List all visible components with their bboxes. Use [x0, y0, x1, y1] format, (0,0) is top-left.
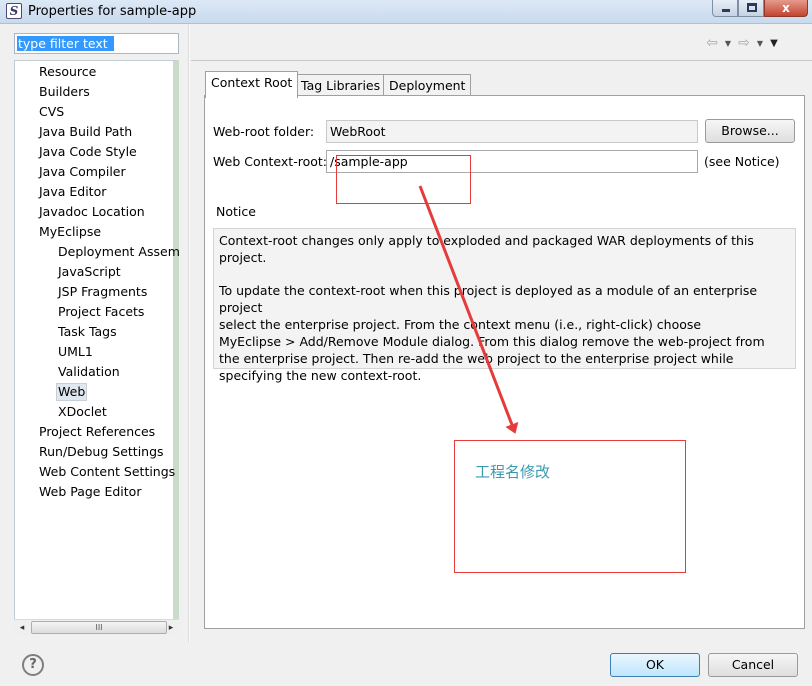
tree-item[interactable]: XDoclet [56, 403, 109, 421]
minimize-icon [722, 9, 730, 12]
tree-item[interactable]: Resource [37, 63, 98, 81]
property-page-tree: Resource Builders CVS Java Build Path Java C… [14, 60, 180, 635]
tree-item[interactable]: JSP Fragments [56, 283, 149, 301]
caption-buttons: x [712, 0, 808, 18]
header-separator [191, 60, 812, 61]
tree-item[interactable]: Javadoc Location [37, 203, 147, 221]
maximize-button[interactable] [738, 0, 764, 17]
tree-item[interactable]: Project References [37, 423, 157, 441]
forward-arrow-icon[interactable]: ⇨ [736, 36, 752, 52]
tab-tag-libraries[interactable]: Tag Libraries [295, 74, 387, 97]
notice-paragraph-1: Context-root changes only apply to explo… [219, 233, 754, 265]
history-navigation: ⇦ ▼ ⇨ ▼ ▼ [704, 36, 780, 52]
tree-item[interactable]: Web [56, 383, 88, 401]
tree-item[interactable]: Web Content Settings [37, 463, 177, 481]
tree-item[interactable]: Run/Debug Settings [37, 443, 166, 461]
tree-item[interactable]: Java Editor [37, 183, 108, 201]
notice-heading: Notice [216, 204, 256, 219]
tree-item[interactable]: Validation [56, 363, 122, 381]
webroot-folder-label: Web-root folder: [213, 124, 315, 139]
notice-paragraph-2: To update the context-root when this pro… [219, 283, 765, 383]
cancel-button[interactable]: Cancel [708, 653, 798, 677]
annotation-highlight-box [336, 155, 471, 204]
myeclipse-app-icon: S [6, 3, 22, 19]
tree-item[interactable]: Deployment Assembly [56, 243, 180, 261]
tree-item[interactable]: Java Compiler [37, 163, 128, 181]
view-menu-icon[interactable]: ▼ [768, 36, 780, 52]
tree-item[interactable]: Task Tags [56, 323, 119, 341]
scroll-thumb[interactable]: III [31, 621, 167, 634]
back-arrow-icon[interactable]: ⇦ [704, 36, 720, 52]
tab-context-root[interactable]: Context Root [205, 71, 299, 98]
browse-button[interactable]: Browse... [705, 119, 795, 143]
back-dropdown-icon[interactable]: ▼ [722, 36, 734, 52]
tab-deployment[interactable]: Deployment [383, 74, 472, 97]
tree-item[interactable]: CVS [37, 103, 66, 121]
close-button[interactable]: x [764, 0, 808, 17]
tree-item[interactable]: Java Code Style [37, 143, 139, 161]
tree-item[interactable]: Web Page Editor [37, 483, 143, 501]
scroll-right-arrow-icon[interactable]: ▸ [164, 621, 178, 635]
annotation-note-text: 工程名修改 [475, 463, 551, 481]
window-title: Properties for sample-app [28, 4, 197, 19]
tree-viewport: Resource Builders CVS Java Build Path Java C… [15, 61, 180, 621]
tree-item[interactable]: MyEclipse [37, 223, 103, 241]
tree-item[interactable]: UML1 [56, 343, 95, 361]
tree-item[interactable]: JavaScript [56, 263, 123, 281]
ok-button[interactable]: OK [610, 653, 700, 677]
filter-input[interactable] [16, 35, 177, 52]
tree-item[interactable]: Project Facets [56, 303, 146, 321]
forward-dropdown-icon[interactable]: ▼ [754, 36, 766, 52]
title-bar[interactable]: S Properties for sample-app x [0, 0, 812, 24]
tree-item[interactable]: Java Build Path [37, 123, 134, 141]
webroot-folder-field[interactable]: WebRoot [326, 120, 698, 143]
close-icon: x [782, 1, 790, 15]
scroll-left-arrow-icon[interactable]: ◂ [15, 621, 29, 635]
minimize-button[interactable] [712, 0, 738, 17]
see-notice-hint: (see Notice) [704, 154, 780, 169]
web-context-root-label: Web Context-root: [213, 154, 327, 169]
tree-item[interactable]: Builders [37, 83, 92, 101]
tree-horizontal-scrollbar[interactable]: ◂ III ▸ [14, 619, 179, 635]
pane-divider[interactable] [188, 24, 190, 642]
help-icon[interactable]: ? [22, 654, 44, 676]
notice-text-box: Context-root changes only apply to explo… [213, 228, 796, 383]
maximize-icon [747, 3, 757, 12]
filter-field-wrapper [14, 33, 179, 54]
properties-dialog: S Properties for sample-app x Resource Bu… [0, 0, 812, 686]
annotation-note-box [454, 440, 686, 573]
